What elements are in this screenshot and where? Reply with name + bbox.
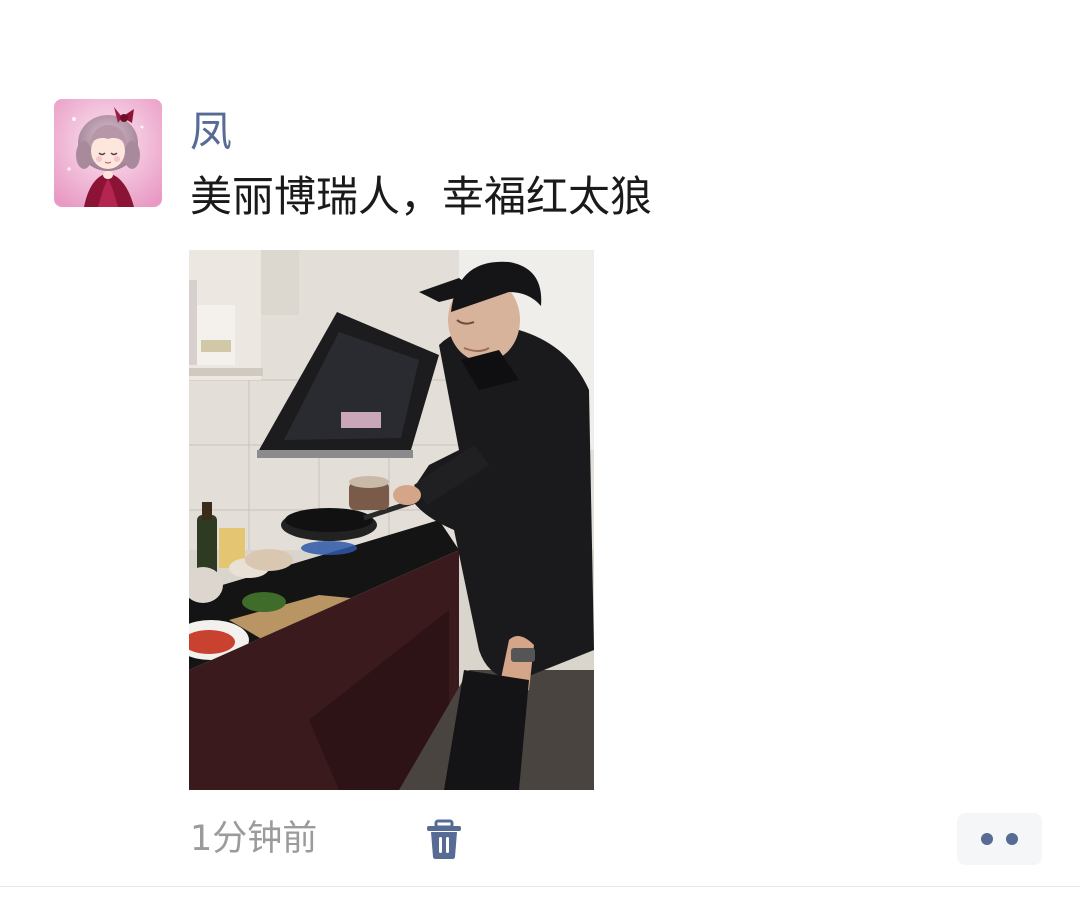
post-text: 美丽博瑞人，幸福红太狼	[190, 172, 653, 221]
post-timestamp: 1分钟前	[190, 819, 318, 859]
cartoon-girl-avatar-icon	[54, 99, 162, 207]
delete-post-button[interactable]	[424, 819, 464, 861]
post-divider	[0, 886, 1080, 887]
more-dots-icon	[981, 833, 993, 845]
post-photo[interactable]	[189, 250, 594, 790]
post-author-name[interactable]: 凤	[190, 104, 232, 160]
more-actions-button[interactable]	[957, 813, 1042, 865]
kitchen-cooking-photo	[189, 250, 594, 790]
trash-icon	[427, 819, 461, 859]
avatar[interactable]	[54, 99, 162, 207]
moments-post: 凤 美丽博瑞人，幸福红太狼 1分钟前	[0, 0, 1080, 916]
more-dots-icon	[1006, 833, 1018, 845]
